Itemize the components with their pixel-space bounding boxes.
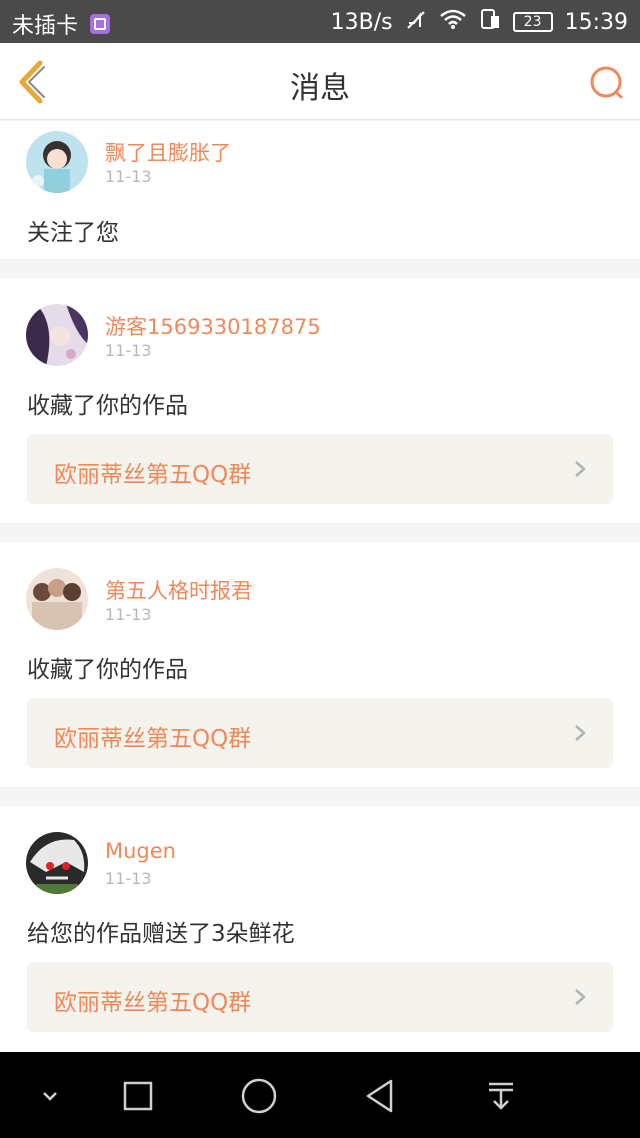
- network-speed: 13B/s: [330, 9, 393, 35]
- username[interactable]: Mugen: [105, 839, 176, 863]
- sim-signal-icon: [479, 8, 501, 36]
- message-item[interactable]: 飘了且膨胀了 11-13 关注了您: [0, 121, 640, 259]
- timestamp: 11-13: [105, 341, 152, 360]
- message-text: 收藏了你的作品: [27, 393, 188, 419]
- timestamp: 11-13: [105, 605, 152, 624]
- clock: 15:39: [564, 9, 628, 35]
- message-text: 关注了您: [27, 220, 119, 246]
- message-item[interactable]: Mugen 11-13 给您的作品赠送了3朵鲜花 欧丽蒂丝第五QQ群: [0, 806, 640, 1052]
- timestamp: 11-13: [105, 869, 152, 888]
- search-icon: [590, 66, 623, 99]
- wifi-icon: [439, 8, 467, 36]
- square-icon: [123, 1081, 153, 1111]
- message-item[interactable]: 游客1569330187875 11-13 收藏了你的作品 欧丽蒂丝第五QQ群: [0, 278, 640, 523]
- message-item[interactable]: 第五人格时报君 11-13 收藏了你的作品 欧丽蒂丝第五QQ群: [0, 542, 640, 787]
- circle-icon: [241, 1078, 277, 1114]
- avatar[interactable]: [26, 304, 88, 366]
- work-link[interactable]: 欧丽蒂丝第五QQ群: [27, 698, 613, 768]
- chevron-right-icon: [575, 989, 586, 1005]
- triangle-back-icon: [366, 1079, 393, 1113]
- battery-icon: 23: [512, 12, 553, 32]
- work-link[interactable]: 欧丽蒂丝第五QQ群: [27, 962, 613, 1032]
- work-title: 欧丽蒂丝第五QQ群: [54, 990, 252, 1016]
- work-title: 欧丽蒂丝第五QQ群: [54, 462, 252, 488]
- search-button[interactable]: [586, 63, 626, 103]
- message-text: 收藏了你的作品: [27, 657, 188, 683]
- status-bar: 未插卡 13B/s 23 15:39: [0, 0, 640, 43]
- chevron-down-icon: [43, 1092, 57, 1101]
- avatar[interactable]: [26, 131, 88, 193]
- gallery-notification-icon: [90, 14, 111, 34]
- avatar[interactable]: [26, 568, 88, 630]
- recents-button[interactable]: [118, 1076, 158, 1116]
- work-link[interactable]: 欧丽蒂丝第五QQ群: [27, 434, 613, 504]
- username[interactable]: 飘了且膨胀了: [105, 137, 231, 167]
- message-text: 给您的作品赠送了3朵鲜花: [27, 921, 295, 947]
- app-header: 消息: [0, 43, 640, 120]
- chevron-right-icon: [575, 461, 586, 477]
- home-button[interactable]: [239, 1076, 279, 1116]
- username[interactable]: 第五人格时报君: [105, 575, 252, 605]
- username[interactable]: 游客1569330187875: [105, 311, 321, 341]
- page-title: 消息: [290, 71, 350, 106]
- avatar[interactable]: [26, 832, 88, 894]
- notification-pull-button[interactable]: [481, 1076, 521, 1116]
- hide-nav-button[interactable]: [30, 1076, 70, 1116]
- work-title: 欧丽蒂丝第五QQ群: [54, 726, 252, 752]
- pull-down-icon: [489, 1082, 513, 1110]
- carrier-label: 未插卡: [12, 14, 79, 39]
- back-nav-button[interactable]: [360, 1076, 400, 1116]
- chevron-right-icon: [575, 725, 586, 741]
- timestamp: 11-13: [105, 167, 152, 186]
- system-nav-bar: [0, 1052, 640, 1138]
- mute-icon: [405, 9, 427, 36]
